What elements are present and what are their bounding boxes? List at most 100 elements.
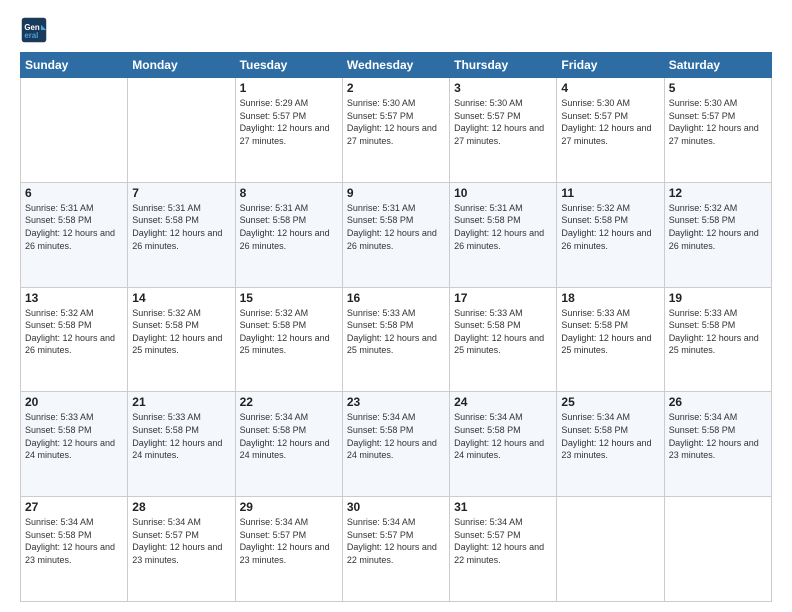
calendar-table: SundayMondayTuesdayWednesdayThursdayFrid… <box>20 52 772 602</box>
svg-text:eral: eral <box>24 31 38 40</box>
calendar-header-row: SundayMondayTuesdayWednesdayThursdayFrid… <box>21 53 772 78</box>
day-detail: Sunrise: 5:31 AMSunset: 5:58 PMDaylight:… <box>240 202 338 252</box>
day-number: 29 <box>240 500 338 514</box>
calendar-day-cell: 10 Sunrise: 5:31 AMSunset: 5:58 PMDayligh… <box>450 182 557 287</box>
calendar-day-cell: 22Sunrise: 5:34 AMSunset: 5:58 PMDayligh… <box>235 392 342 497</box>
day-number: 13 <box>25 291 123 305</box>
day-number: 18 <box>561 291 659 305</box>
day-detail: Sunrise: 5:31 AMSunset: 5:58 PMDaylight:… <box>132 202 230 252</box>
logo-icon: Gen eral <box>20 16 48 44</box>
calendar-day-cell: 24Sunrise: 5:34 AMSunset: 5:58 PMDayligh… <box>450 392 557 497</box>
calendar-week-row: 6 Sunrise: 5:31 AMSunset: 5:58 PMDaylight… <box>21 182 772 287</box>
day-detail: Sunrise: 5:32 AMSunset: 5:58 PMDaylight:… <box>25 307 123 357</box>
logo: Gen eral <box>20 16 52 44</box>
calendar-day-cell: 15 Sunrise: 5:32 AMSunset: 5:58 PMDayligh… <box>235 287 342 392</box>
day-detail: Sunrise: 5:30 AMSunset: 5:57 PMDaylight:… <box>347 97 445 147</box>
day-detail: Sunrise: 5:33 AMSunset: 5:58 PMDaylight:… <box>669 307 767 357</box>
day-number: 10 <box>454 186 552 200</box>
calendar-day-cell: 8 Sunrise: 5:31 AMSunset: 5:58 PMDaylight… <box>235 182 342 287</box>
day-number: 26 <box>669 395 767 409</box>
calendar-day-cell: 25 Sunrise: 5:34 AMSunset: 5:58 PMDayligh… <box>557 392 664 497</box>
day-detail: Sunrise: 5:31 AMSunset: 5:58 PMDaylight:… <box>347 202 445 252</box>
day-number: 31 <box>454 500 552 514</box>
weekday-header: Wednesday <box>342 53 449 78</box>
calendar-day-cell: 14 Sunrise: 5:32 AMSunset: 5:58 PMDayligh… <box>128 287 235 392</box>
calendar-day-cell: 28 Sunrise: 5:34 AMSunset: 5:57 PMDayligh… <box>128 497 235 602</box>
day-detail: Sunrise: 5:32 AMSunset: 5:58 PMDaylight:… <box>132 307 230 357</box>
day-detail: Sunrise: 5:34 AMSunset: 5:58 PMDaylight:… <box>347 411 445 461</box>
day-number: 6 <box>25 186 123 200</box>
calendar-day-cell: 2 Sunrise: 5:30 AMSunset: 5:57 PMDaylight… <box>342 78 449 183</box>
calendar-day-cell: 27 Sunrise: 5:34 AMSunset: 5:58 PMDayligh… <box>21 497 128 602</box>
day-detail: Sunrise: 5:34 AMSunset: 5:57 PMDaylight:… <box>240 516 338 566</box>
day-number: 11 <box>561 186 659 200</box>
day-number: 15 <box>240 291 338 305</box>
day-number: 16 <box>347 291 445 305</box>
day-detail: Sunrise: 5:33 AMSunset: 5:58 PMDaylight:… <box>132 411 230 461</box>
day-number: 4 <box>561 81 659 95</box>
day-detail: Sunrise: 5:34 AMSunset: 5:58 PMDaylight:… <box>25 516 123 566</box>
day-number: 30 <box>347 500 445 514</box>
day-number: 20 <box>25 395 123 409</box>
calendar-week-row: 1Sunrise: 5:29 AMSunset: 5:57 PMDaylight… <box>21 78 772 183</box>
calendar-day-cell: 11 Sunrise: 5:32 AMSunset: 5:58 PMDayligh… <box>557 182 664 287</box>
day-number: 3 <box>454 81 552 95</box>
day-detail: Sunrise: 5:33 AMSunset: 5:58 PMDaylight:… <box>347 307 445 357</box>
day-detail: Sunrise: 5:32 AMSunset: 5:58 PMDaylight:… <box>561 202 659 252</box>
day-detail: Sunrise: 5:32 AMSunset: 5:58 PMDaylight:… <box>240 307 338 357</box>
day-detail: Sunrise: 5:30 AMSunset: 5:57 PMDaylight:… <box>561 97 659 147</box>
day-number: 5 <box>669 81 767 95</box>
day-number: 19 <box>669 291 767 305</box>
calendar-day-cell: 30Sunrise: 5:34 AMSunset: 5:57 PMDayligh… <box>342 497 449 602</box>
calendar-day-cell: 16 Sunrise: 5:33 AMSunset: 5:58 PMDayligh… <box>342 287 449 392</box>
day-detail: Sunrise: 5:34 AMSunset: 5:57 PMDaylight:… <box>454 516 552 566</box>
day-detail: Sunrise: 5:31 AMSunset: 5:58 PMDaylight:… <box>454 202 552 252</box>
calendar-day-cell: 3 Sunrise: 5:30 AMSunset: 5:57 PMDaylight… <box>450 78 557 183</box>
calendar-day-cell <box>128 78 235 183</box>
day-number: 12 <box>669 186 767 200</box>
day-detail: Sunrise: 5:34 AMSunset: 5:57 PMDaylight:… <box>132 516 230 566</box>
day-number: 1 <box>240 81 338 95</box>
day-number: 2 <box>347 81 445 95</box>
day-number: 28 <box>132 500 230 514</box>
day-number: 8 <box>240 186 338 200</box>
calendar-week-row: 27 Sunrise: 5:34 AMSunset: 5:58 PMDayligh… <box>21 497 772 602</box>
calendar-week-row: 13 Sunrise: 5:32 AMSunset: 5:58 PMDayligh… <box>21 287 772 392</box>
day-number: 9 <box>347 186 445 200</box>
day-detail: Sunrise: 5:33 AMSunset: 5:58 PMDaylight:… <box>561 307 659 357</box>
calendar-day-cell: 12 Sunrise: 5:32 AMSunset: 5:58 PMDayligh… <box>664 182 771 287</box>
day-detail: Sunrise: 5:33 AMSunset: 5:58 PMDaylight:… <box>454 307 552 357</box>
day-number: 7 <box>132 186 230 200</box>
day-number: 25 <box>561 395 659 409</box>
calendar-day-cell: 23 Sunrise: 5:34 AMSunset: 5:58 PMDayligh… <box>342 392 449 497</box>
weekday-header: Sunday <box>21 53 128 78</box>
calendar-day-cell: 6 Sunrise: 5:31 AMSunset: 5:58 PMDaylight… <box>21 182 128 287</box>
day-number: 23 <box>347 395 445 409</box>
day-number: 27 <box>25 500 123 514</box>
day-detail: Sunrise: 5:30 AMSunset: 5:57 PMDaylight:… <box>669 97 767 147</box>
day-number: 14 <box>132 291 230 305</box>
day-detail: Sunrise: 5:32 AMSunset: 5:58 PMDaylight:… <box>669 202 767 252</box>
day-detail: Sunrise: 5:30 AMSunset: 5:57 PMDaylight:… <box>454 97 552 147</box>
calendar-day-cell <box>557 497 664 602</box>
calendar-day-cell: 31 Sunrise: 5:34 AMSunset: 5:57 PMDayligh… <box>450 497 557 602</box>
calendar-day-cell: 7 Sunrise: 5:31 AMSunset: 5:58 PMDaylight… <box>128 182 235 287</box>
calendar-day-cell: 29 Sunrise: 5:34 AMSunset: 5:57 PMDayligh… <box>235 497 342 602</box>
calendar-day-cell: 26 Sunrise: 5:34 AMSunset: 5:58 PMDayligh… <box>664 392 771 497</box>
day-detail: Sunrise: 5:34 AMSunset: 5:58 PMDaylight:… <box>669 411 767 461</box>
calendar-day-cell <box>21 78 128 183</box>
weekday-header: Friday <box>557 53 664 78</box>
calendar-day-cell: 20Sunrise: 5:33 AMSunset: 5:58 PMDayligh… <box>21 392 128 497</box>
calendar-day-cell: 5 Sunrise: 5:30 AMSunset: 5:57 PMDaylight… <box>664 78 771 183</box>
calendar-day-cell: 4 Sunrise: 5:30 AMSunset: 5:57 PMDaylight… <box>557 78 664 183</box>
calendar-day-cell: 18 Sunrise: 5:33 AMSunset: 5:58 PMDayligh… <box>557 287 664 392</box>
calendar-day-cell: 9 Sunrise: 5:31 AMSunset: 5:58 PMDaylight… <box>342 182 449 287</box>
calendar-day-cell: 19 Sunrise: 5:33 AMSunset: 5:58 PMDayligh… <box>664 287 771 392</box>
day-detail: Sunrise: 5:34 AMSunset: 5:58 PMDaylight:… <box>561 411 659 461</box>
calendar-day-cell: 21Sunrise: 5:33 AMSunset: 5:58 PMDayligh… <box>128 392 235 497</box>
day-number: 17 <box>454 291 552 305</box>
day-detail: Sunrise: 5:31 AMSunset: 5:58 PMDaylight:… <box>25 202 123 252</box>
weekday-header: Saturday <box>664 53 771 78</box>
day-number: 22 <box>240 395 338 409</box>
day-detail: Sunrise: 5:34 AMSunset: 5:58 PMDaylight:… <box>454 411 552 461</box>
